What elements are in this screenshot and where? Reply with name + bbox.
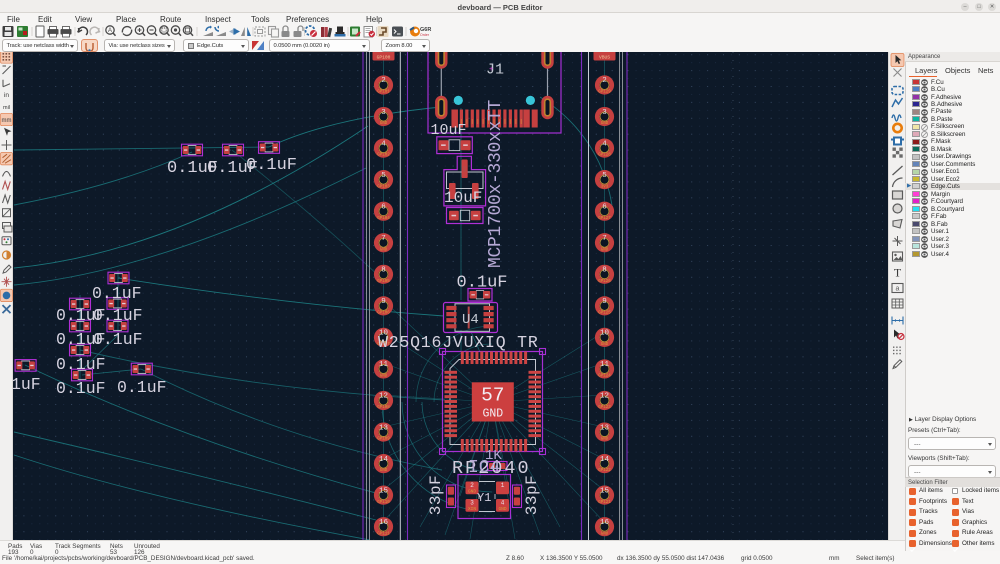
- svg-text:A: A: [108, 28, 112, 34]
- svg-text:8: 8: [602, 267, 607, 275]
- svg-text:GP128: GP128: [598, 154, 611, 158]
- svg-text:6: 6: [602, 203, 607, 211]
- svg-text:12: 12: [600, 393, 609, 401]
- svg-text:mil: mil: [3, 105, 10, 111]
- svg-text:0.1uF: 0.1uF: [92, 284, 142, 303]
- svg-text:4: 4: [501, 500, 505, 507]
- svg-text:13: 13: [379, 424, 389, 432]
- svg-text:11: 11: [379, 361, 389, 369]
- svg-text:14: 14: [600, 456, 610, 464]
- svg-text:GP122: GP122: [598, 469, 611, 473]
- svg-text:6: 6: [381, 203, 386, 211]
- svg-text:GP106: GP106: [377, 311, 390, 315]
- svg-text:XIN: XIN: [468, 506, 476, 512]
- svg-text:12: 12: [379, 393, 388, 401]
- svg-text:GND: GND: [498, 506, 506, 512]
- svg-text:Y1: Y1: [477, 491, 491, 505]
- svg-text:3V3: 3V3: [601, 185, 609, 189]
- svg-text:9: 9: [381, 298, 386, 306]
- svg-text:11: 11: [600, 361, 610, 369]
- svg-text:5: 5: [602, 172, 607, 180]
- svg-text:a: a: [896, 286, 900, 293]
- svg-text:0.1uF: 0.1uF: [246, 156, 297, 175]
- svg-text:5: 5: [381, 172, 386, 180]
- svg-text:0.1uF: 0.1uF: [93, 306, 143, 325]
- svg-text:16: 16: [379, 519, 389, 527]
- svg-text:GND: GND: [601, 248, 609, 252]
- svg-text:0.1uF: 0.1uF: [457, 274, 508, 293]
- svg-text:GP110: GP110: [377, 501, 390, 505]
- svg-text:GP103: GP103: [377, 185, 390, 189]
- svg-text:GP126: GP126: [598, 280, 611, 284]
- svg-text:0.1uF: 0.1uF: [117, 378, 167, 397]
- svg-text:W25Q16JVUXIQ TR: W25Q16JVUXIQ TR: [378, 333, 539, 352]
- svg-text:2: 2: [381, 77, 386, 85]
- svg-text:GND: GND: [601, 122, 609, 126]
- svg-text:mm: mm: [2, 118, 12, 124]
- svg-text:15: 15: [379, 487, 389, 495]
- svg-text:33pF: 33pF: [523, 475, 541, 515]
- svg-text:in: in: [4, 92, 9, 99]
- svg-text:GND: GND: [601, 532, 609, 536]
- svg-text:GP123: GP123: [598, 406, 611, 410]
- svg-text:1uF: 1uF: [13, 375, 41, 394]
- svg-text:GND: GND: [468, 489, 476, 495]
- svg-text:GND: GND: [380, 248, 388, 252]
- svg-text:10: 10: [600, 330, 610, 338]
- svg-text:GP108: GP108: [377, 406, 390, 410]
- svg-text:2: 2: [470, 482, 474, 489]
- svg-text:GP100: GP100: [377, 55, 391, 61]
- svg-text:3: 3: [381, 109, 386, 117]
- svg-text:GP124: GP124: [598, 375, 611, 379]
- svg-text:GP102: GP102: [377, 154, 390, 158]
- svg-text:1: 1: [501, 482, 505, 489]
- svg-text:GP109: GP109: [377, 438, 390, 442]
- svg-text:VBUS: VBUS: [599, 55, 610, 61]
- svg-text:+: +: [489, 66, 493, 74]
- svg-text:0.1uF: 0.1uF: [93, 330, 143, 349]
- svg-text:GP121: GP121: [598, 501, 611, 505]
- svg-text:GP127: GP127: [598, 217, 611, 221]
- svg-text:3: 3: [602, 109, 607, 117]
- svg-text:14: 14: [379, 456, 389, 464]
- svg-text:2: 2: [602, 77, 607, 85]
- svg-text:Order: Order: [420, 33, 430, 37]
- svg-text:GP104: GP104: [377, 217, 390, 221]
- svg-text:0.1uF: 0.1uF: [56, 355, 106, 374]
- svg-text:15: 15: [600, 487, 610, 495]
- svg-text:GND: GND: [601, 343, 609, 347]
- svg-text:T: T: [894, 266, 902, 280]
- svg-text:GND: GND: [380, 122, 388, 126]
- svg-text:33pF: 33pF: [427, 475, 445, 515]
- svg-text:3: 3: [470, 500, 474, 507]
- svg-text:0.1uF: 0.1uF: [56, 379, 106, 398]
- svg-text:13: 13: [600, 424, 610, 432]
- svg-text:10uF: 10uF: [444, 189, 482, 207]
- svg-text:8: 8: [381, 267, 386, 275]
- svg-text:GP111: GP111: [377, 532, 390, 536]
- svg-text:GND: GND: [482, 408, 503, 421]
- svg-text:MCP1700x-330xxTT: MCP1700x-330xxTT: [486, 99, 506, 268]
- svg-text:7: 7: [602, 235, 607, 243]
- svg-text:GND: GND: [380, 375, 388, 379]
- svg-text:GND: GND: [601, 438, 609, 442]
- svg-text:4: 4: [602, 140, 607, 148]
- svg-text:GP129: GP129: [598, 91, 611, 95]
- svg-text:GP101: GP101: [377, 91, 390, 95]
- svg-text:GP125: GP125: [598, 311, 611, 315]
- svg-text:GP105: GP105: [377, 280, 390, 284]
- svg-text:7: 7: [381, 235, 386, 243]
- svg-text:4: 4: [381, 140, 386, 148]
- svg-text:GND: GND: [380, 469, 388, 473]
- svg-text:57: 57: [481, 385, 504, 407]
- svg-text:10uF: 10uF: [431, 122, 467, 139]
- svg-text:U4: U4: [462, 312, 479, 328]
- svg-text:9: 9: [602, 298, 607, 306]
- svg-text:16: 16: [600, 519, 610, 527]
